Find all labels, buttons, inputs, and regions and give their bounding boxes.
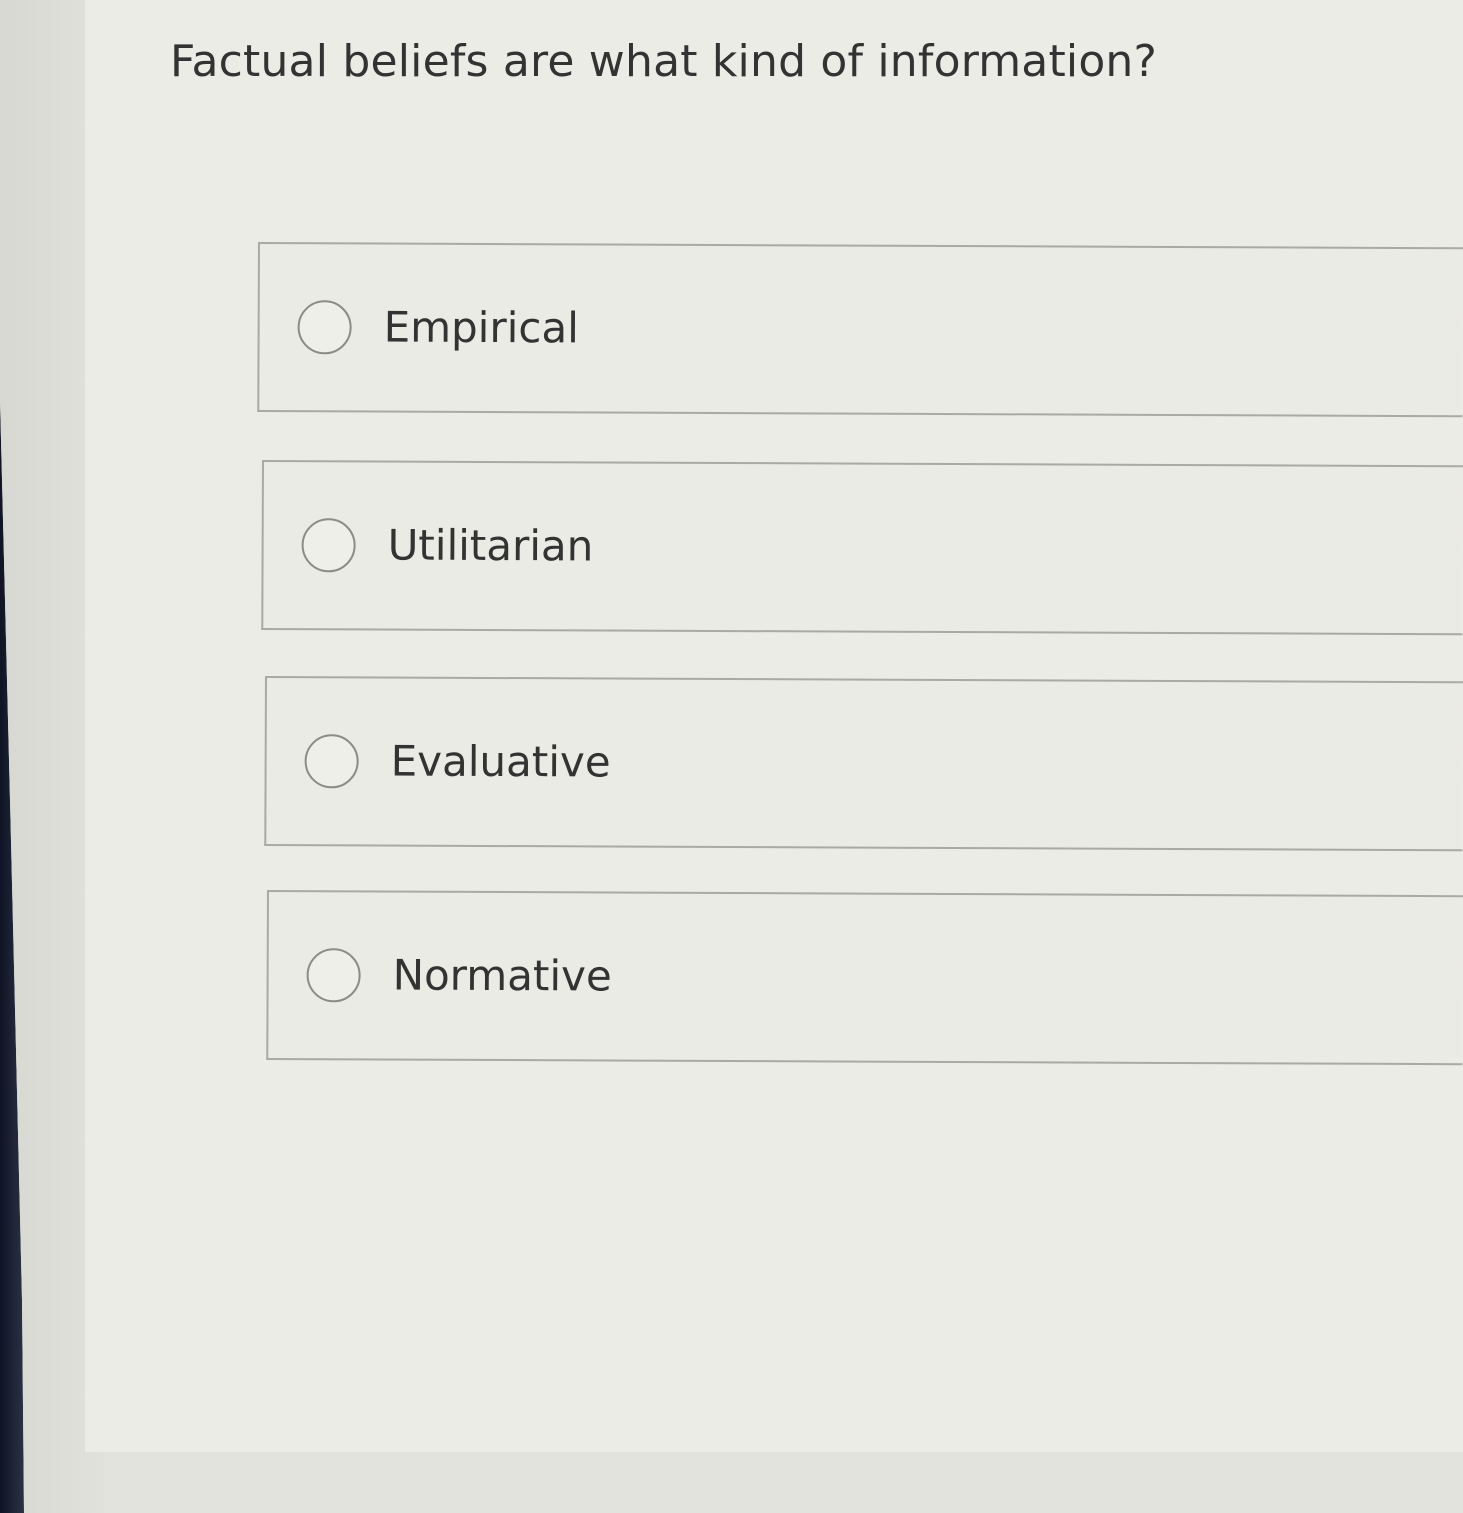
choice-evaluative[interactable]: Evaluative — [264, 676, 1463, 852]
radio-button-normative[interactable] — [306, 948, 361, 1003]
choice-utilitarian[interactable]: Utilitarian — [261, 460, 1463, 636]
choice-empirical[interactable]: Empirical — [257, 242, 1463, 418]
choice-normative[interactable]: Normative — [266, 890, 1463, 1066]
radio-button-utilitarian[interactable] — [301, 518, 356, 573]
radio-button-evaluative[interactable] — [304, 734, 359, 789]
choice-label-empirical: Empirical — [383, 302, 579, 353]
radio-button-empirical[interactable] — [297, 300, 352, 355]
choice-label-utilitarian: Utilitarian — [387, 520, 594, 571]
choice-label-normative: Normative — [392, 950, 612, 1001]
screen: Factual beliefs are what kind of informa… — [0, 0, 1463, 1513]
choice-label-evaluative: Evaluative — [390, 736, 611, 787]
answer-choices: Empirical Utilitarian Evaluative Normati… — [0, 0, 1463, 1513]
